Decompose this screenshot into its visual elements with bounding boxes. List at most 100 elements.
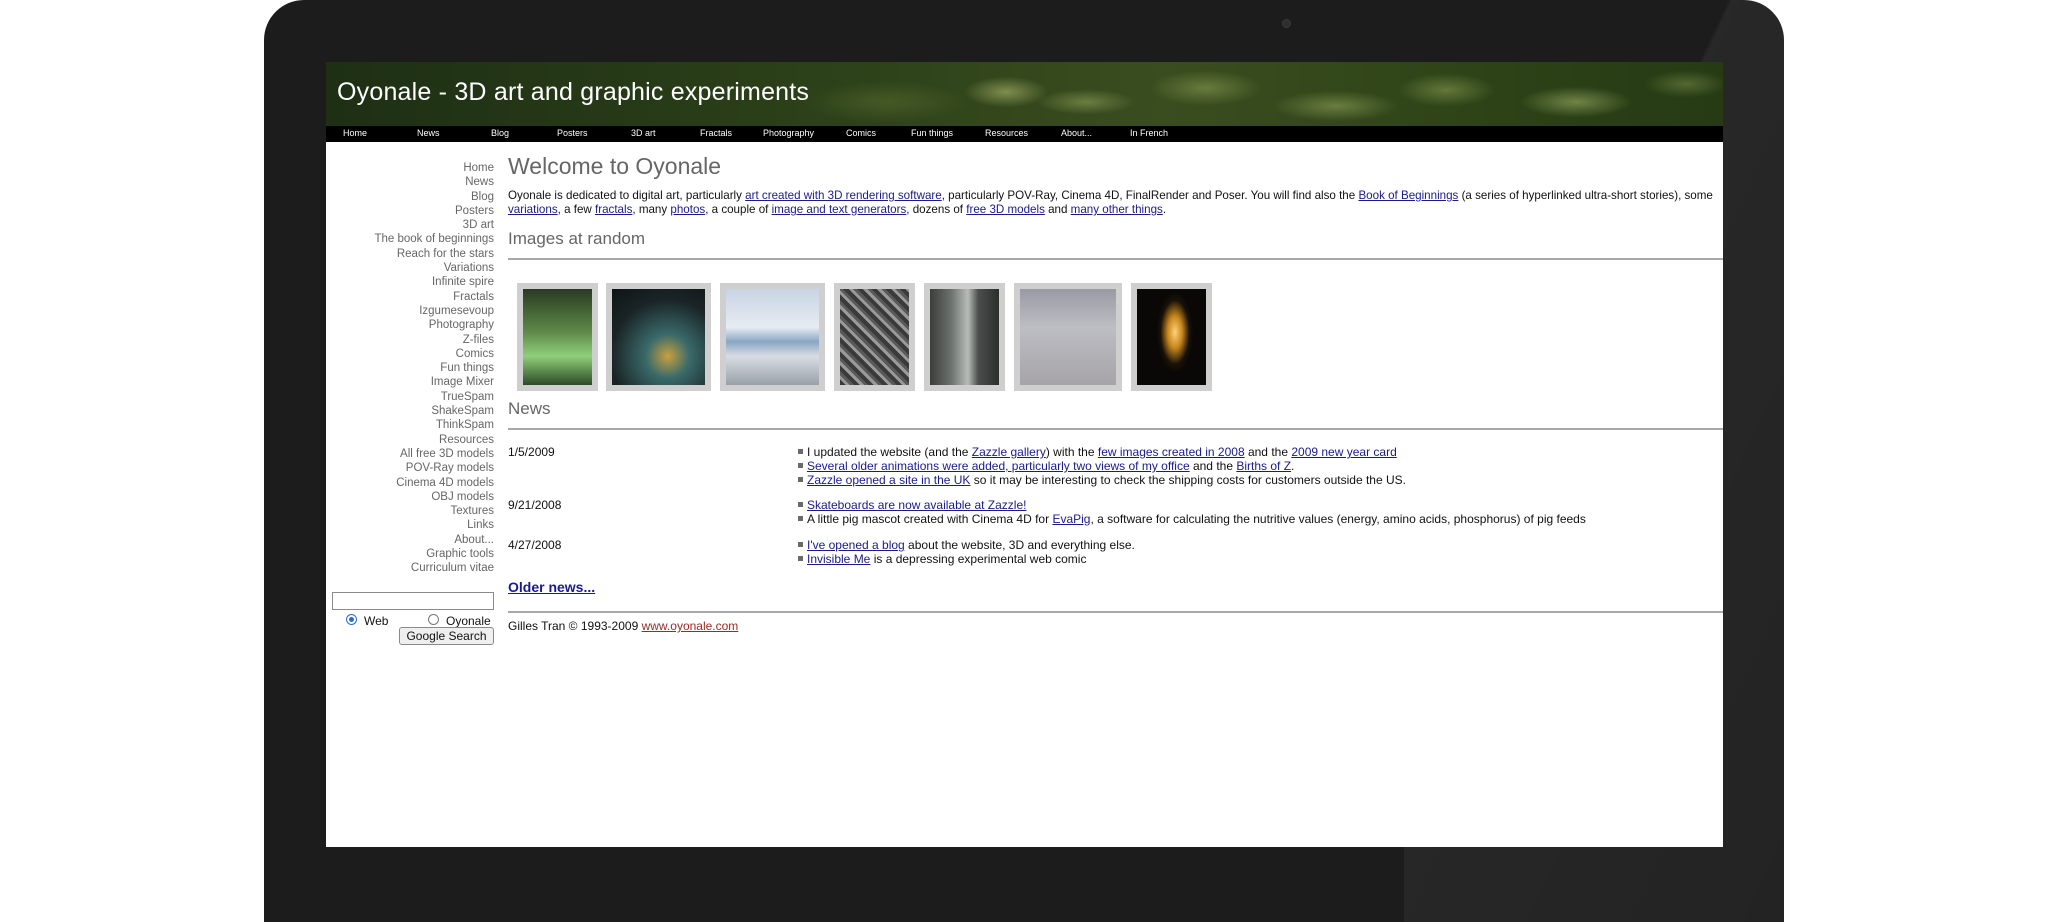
site-banner: Oyonale - 3D art and graphic experiments — [326, 62, 1723, 126]
news-item: A little pig mascot created with Cinema … — [798, 512, 1586, 526]
sidebar-item-blog[interactable]: Blog — [326, 190, 494, 204]
link-book-of-beginnings[interactable]: Book of Beginnings — [1358, 189, 1458, 202]
random-image-2[interactable] — [606, 283, 711, 391]
sidebar-item-reach-for-the-stars[interactable]: Reach for the stars — [326, 247, 494, 261]
sidebar-item-fun-things[interactable]: Fun things — [326, 361, 494, 375]
footer-site-link[interactable]: www.oyonale.com — [642, 619, 739, 633]
divider — [508, 428, 1723, 430]
sidebar-item-textures[interactable]: Textures — [326, 504, 494, 518]
footer: Gilles Tran © 1993-2009 www.oyonale.com — [508, 619, 738, 633]
sidebar-item-home[interactable]: Home — [326, 161, 494, 175]
topnav-posters[interactable]: Posters — [557, 128, 588, 138]
sidebar-item-about[interactable]: About... — [326, 533, 494, 547]
radio-oyonale[interactable] — [428, 614, 439, 625]
link-blog[interactable]: I've opened a blog — [807, 538, 905, 552]
link-new-year-card[interactable]: 2009 new year card — [1291, 445, 1396, 459]
sidebar-item-obj-models[interactable]: OBJ models — [326, 490, 494, 504]
sidebar: Home News Blog Posters 3D art The book o… — [326, 161, 494, 576]
topnav-photography[interactable]: Photography — [763, 128, 814, 138]
sidebar-item-resources[interactable]: Resources — [326, 433, 494, 447]
topnav-about[interactable]: About... — [1061, 128, 1092, 138]
divider — [508, 611, 1723, 613]
thumbnail-office — [1020, 289, 1116, 385]
link-older-animations[interactable]: Several older animations were added, par… — [807, 459, 1190, 473]
news-item: I've opened a blog about the website, 3D… — [798, 538, 1135, 552]
random-image-5[interactable] — [924, 283, 1005, 391]
news-date: 1/5/2009 — [508, 445, 555, 459]
topnav-3d-art[interactable]: 3D art — [631, 128, 656, 138]
topnav-blog[interactable]: Blog — [491, 128, 509, 138]
sidebar-item-photography[interactable]: Photography — [326, 318, 494, 332]
sidebar-item-shakespam[interactable]: ShakeSpam — [326, 404, 494, 418]
random-image-1[interactable] — [517, 283, 598, 391]
sidebar-item-fractals[interactable]: Fractals — [326, 290, 494, 304]
intro-paragraph: Oyonale is dedicated to digital art, par… — [508, 189, 1713, 216]
link-variations[interactable]: variations — [508, 203, 558, 216]
random-image-6[interactable] — [1014, 283, 1122, 391]
sidebar-item-thinkspam[interactable]: ThinkSpam — [326, 418, 494, 432]
topnav-in-french[interactable]: In French — [1130, 128, 1168, 138]
link-photos[interactable]: photos — [670, 203, 705, 216]
thumbnail-scifi-room — [612, 289, 705, 385]
news-item: Zazzle opened a site in the UK so it may… — [798, 473, 1406, 487]
news-heading: News — [508, 399, 551, 418]
thumbnail-spire — [523, 289, 592, 385]
topnav-news[interactable]: News — [417, 128, 440, 138]
sidebar-item-truespam[interactable]: TrueSpam — [326, 390, 494, 404]
random-image-4[interactable] — [834, 283, 915, 391]
link-free-3d-models[interactable]: free 3D models — [966, 203, 1045, 216]
copyright-text: Gilles Tran © 1993-2009 — [508, 619, 642, 633]
topnav-home[interactable]: Home — [343, 128, 367, 138]
sidebar-item-povray-models[interactable]: POV-Ray models — [326, 461, 494, 475]
link-invisible-me[interactable]: Invisible Me — [807, 552, 870, 566]
link-skateboards[interactable]: Skateboards are now available at Zazzle! — [807, 498, 1026, 512]
thumbnail-landscape — [726, 289, 819, 385]
google-search-button[interactable]: Google Search — [399, 627, 494, 645]
news-item: Invisible Me is a depressing experimenta… — [798, 552, 1086, 566]
sidebar-item-variations[interactable]: Variations — [326, 261, 494, 275]
sidebar-item-links[interactable]: Links — [326, 518, 494, 532]
sidebar-item-image-mixer[interactable]: Image Mixer — [326, 375, 494, 389]
sidebar-item-curriculum-vitae[interactable]: Curriculum vitae — [326, 561, 494, 575]
thumbnail-golden-light — [1137, 289, 1206, 385]
sidebar-item-izgumesevoup[interactable]: Izgumesevoup — [326, 304, 494, 318]
radio-web-label: Web — [364, 614, 389, 628]
news-item: I updated the website (and the Zazzle ga… — [798, 445, 1397, 459]
sidebar-item-book-of-beginnings[interactable]: The book of beginnings — [326, 232, 494, 246]
link-zazzle-gallery[interactable]: Zazzle gallery — [972, 445, 1046, 459]
topnav-comics[interactable]: Comics — [846, 128, 876, 138]
top-navigation: Home News Blog Posters 3D art Fractals P… — [326, 126, 1723, 142]
link-images-2008[interactable]: few images created in 2008 — [1098, 445, 1245, 459]
sidebar-item-posters[interactable]: Posters — [326, 204, 494, 218]
divider — [508, 258, 1723, 260]
sidebar-item-cinema4d-models[interactable]: Cinema 4D models — [326, 476, 494, 490]
sidebar-item-z-files[interactable]: Z-files — [326, 333, 494, 347]
random-image-3[interactable] — [720, 283, 825, 391]
link-fractals[interactable]: fractals — [595, 203, 632, 216]
news-date: 9/21/2008 — [508, 498, 562, 512]
sidebar-item-all-free-3d-models[interactable]: All free 3D models — [326, 447, 494, 461]
radio-web[interactable] — [346, 614, 357, 625]
sidebar-item-news[interactable]: News — [326, 175, 494, 189]
sidebar-item-3d-art[interactable]: 3D art — [326, 218, 494, 232]
search-input[interactable] — [332, 592, 494, 610]
link-3d-software-art[interactable]: art created with 3D rendering software — [745, 189, 942, 202]
link-evapig[interactable]: EvaPig — [1052, 512, 1090, 526]
topnav-fun-things[interactable]: Fun things — [911, 128, 953, 138]
radio-oyonale-label: Oyonale — [446, 614, 491, 628]
sidebar-item-graphic-tools[interactable]: Graphic tools — [326, 547, 494, 561]
link-zazzle-uk[interactable]: Zazzle opened a site in the UK — [807, 473, 970, 487]
link-generators[interactable]: image and text generators — [772, 203, 907, 216]
news-date: 4/27/2008 — [508, 538, 562, 552]
topnav-fractals[interactable]: Fractals — [700, 128, 732, 138]
older-news-link[interactable]: Older news... — [508, 579, 595, 595]
sidebar-item-infinite-spire[interactable]: Infinite spire — [326, 275, 494, 289]
topnav-resources[interactable]: Resources — [985, 128, 1028, 138]
random-image-7[interactable] — [1131, 283, 1212, 391]
link-births-of-z[interactable]: Births of Z — [1236, 459, 1291, 473]
sidebar-item-comics[interactable]: Comics — [326, 347, 494, 361]
thumbnail-building — [930, 289, 999, 385]
camera-icon — [1282, 19, 1291, 28]
link-other-things[interactable]: many other things — [1071, 203, 1163, 216]
site-title[interactable]: Oyonale - 3D art and graphic experiments — [337, 78, 809, 107]
